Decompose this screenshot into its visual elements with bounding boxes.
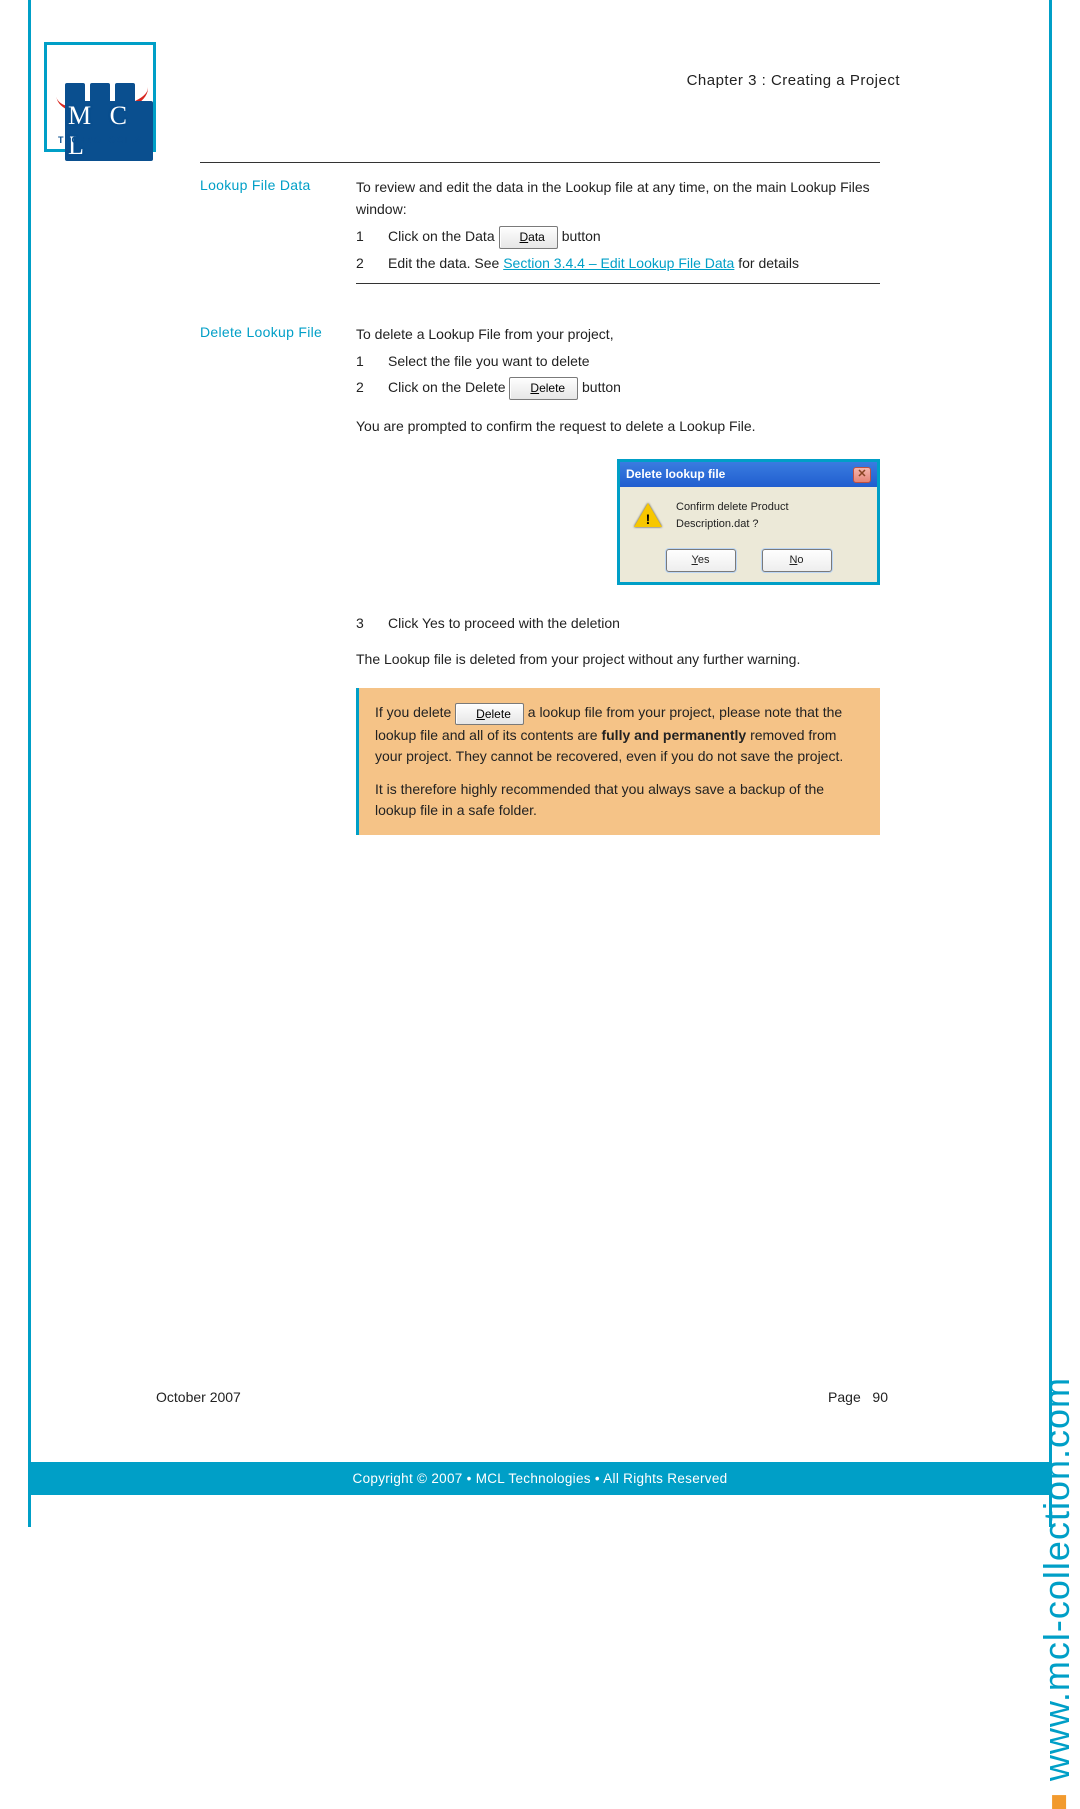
step-number: 2 — [356, 253, 370, 275]
note-recommendation: It is therefore highly recommended that … — [375, 779, 864, 821]
section-divider — [356, 283, 880, 284]
section-lookup-file-data: Lookup File Data To review and edit the … — [200, 162, 880, 302]
section-delete-lookup-file: Delete Lookup File To delete a Lookup Fi… — [200, 324, 880, 835]
cross-reference-link[interactable]: Section 3.4.4 – Edit Lookup File Data — [503, 255, 734, 271]
step-text: Select the file you want to delete — [388, 351, 880, 373]
confirm-paragraph: You are prompted to confirm the request … — [356, 416, 880, 438]
dialog-title: Delete lookup file — [626, 465, 725, 484]
section-intro: To delete a Lookup File from your projec… — [356, 324, 880, 346]
warning-note: If you delete Delete a lookup file from … — [356, 688, 880, 834]
yes-button[interactable]: Yes — [666, 549, 736, 572]
dialog-message: Confirm delete Product Description.dat ? — [676, 499, 863, 533]
step-number: 1 — [356, 351, 370, 373]
step-text: Click on the Data Data button — [388, 226, 880, 249]
left-accent-rail — [28, 0, 31, 1527]
side-url: www.mcl-collection.com — [1036, 1377, 1078, 1809]
bullet-icon — [1052, 1795, 1066, 1809]
delete-button[interactable]: Delete — [509, 377, 578, 400]
deleted-paragraph: The Lookup file is deleted from your pro… — [356, 649, 880, 671]
data-button[interactable]: Data — [499, 226, 558, 249]
close-icon[interactable]: ✕ — [853, 467, 871, 483]
delete-button-inline[interactable]: Delete — [455, 703, 524, 725]
brand-logo: M C L TECHNOLOGIES — [44, 42, 156, 152]
footer-date: October 2007 — [156, 1389, 241, 1405]
chapter-heading: Chapter 3 : Creating a Project — [687, 72, 900, 89]
step-text: Click on the Delete Delete button — [388, 377, 880, 400]
no-button[interactable]: No — [762, 549, 832, 572]
footer-page: Page 90 — [828, 1389, 888, 1405]
step-number: 2 — [356, 377, 370, 400]
logo-subtext: TECHNOLOGIES — [47, 135, 153, 145]
step-text: Edit the data. See Section 3.4.4 – Edit … — [388, 253, 880, 275]
delete-confirm-dialog: Delete lookup file ✕ ! Confirm delete Pr… — [617, 459, 880, 585]
section-label: Delete Lookup File — [200, 324, 356, 340]
warning-icon: ! — [634, 503, 662, 529]
section-intro: To review and edit the data in the Looku… — [356, 177, 880, 220]
copyright-bar: Copyright © 2007 • MCL Technologies • Al… — [31, 1462, 1049, 1495]
step-number: 3 — [356, 613, 370, 635]
logo-letters: M C L — [65, 101, 153, 161]
section-label: Lookup File Data — [200, 177, 356, 193]
step-text: Click Yes to proceed with the deletion — [388, 613, 620, 635]
right-accent-rail — [1049, 0, 1052, 1527]
step-number: 1 — [356, 226, 370, 249]
